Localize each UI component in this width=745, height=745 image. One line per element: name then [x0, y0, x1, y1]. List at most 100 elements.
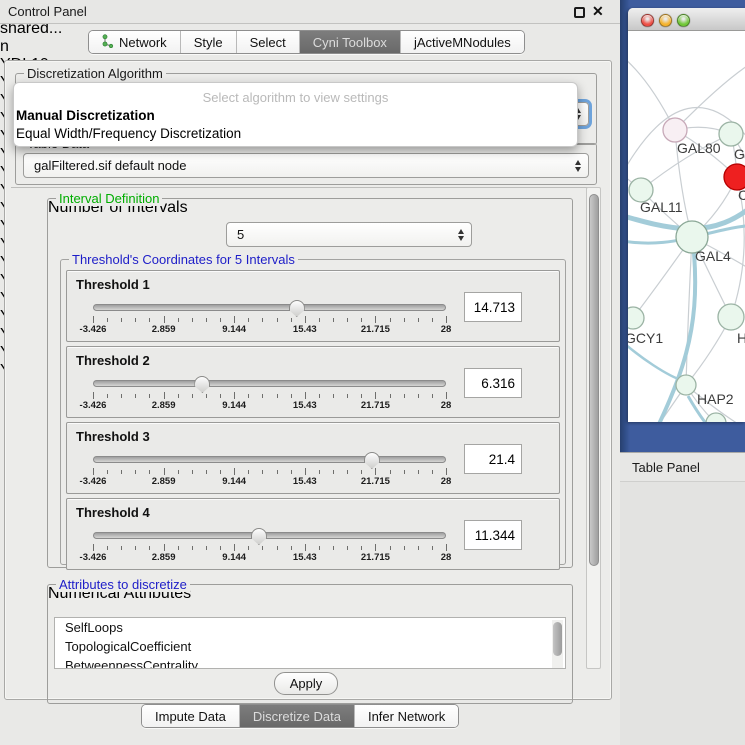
tick-label: 9.144: [222, 476, 246, 487]
threshold-value-field[interactable]: 6.316: [464, 368, 522, 398]
algorithm-option-manual[interactable]: Manual Discretization: [16, 108, 155, 123]
tab-label: Style: [194, 35, 223, 50]
tick-label: -3.426: [80, 552, 107, 563]
float-window-icon[interactable]: [574, 7, 585, 18]
threshold-value-field[interactable]: 14.713: [464, 292, 522, 322]
settings-scrollbar-thumb[interactable]: [589, 194, 599, 566]
tick-label: 2.859: [152, 476, 176, 487]
apply-button[interactable]: Apply: [274, 672, 338, 695]
control-panel-titlebar: Control Panel ✕: [0, 0, 620, 24]
tab-label: Network: [119, 35, 167, 50]
threshold-slider[interactable]: [93, 304, 446, 312]
panel-title: Control Panel: [8, 4, 87, 19]
algorithm-option-equal-width[interactable]: Equal Width/Frequency Discretization: [16, 126, 241, 141]
interval-definition-group: Interval Definition Number of Intervals …: [47, 198, 573, 568]
threshold-label: Threshold 4: [76, 505, 150, 520]
tick-label: 9.144: [222, 400, 246, 411]
network-node[interactable]: [718, 304, 744, 330]
tick-label: 21.715: [361, 476, 390, 487]
threshold-label: Threshold 1: [76, 277, 150, 292]
attribute-item[interactable]: BetweennessCentrality: [55, 656, 565, 669]
threshold-slider[interactable]: [93, 456, 446, 464]
tab-network[interactable]: Network: [89, 31, 180, 53]
threshold-panel: Threshold 1 -3.4262.8599.14415.4321.7152…: [66, 270, 560, 342]
tab-select[interactable]: Select: [237, 31, 299, 53]
list-scrollbar[interactable]: [552, 620, 563, 668]
settings-scroll-viewport: Interval Definition Number of Intervals …: [11, 187, 599, 669]
slider-thumb-icon[interactable]: [194, 376, 210, 393]
attribute-item[interactable]: TopologicalCoefficient: [55, 637, 565, 656]
node-label: H: [737, 330, 745, 346]
tab-label: Discretize Data: [253, 709, 341, 724]
slider-thumb-icon[interactable]: [251, 528, 267, 545]
threshold-slider[interactable]: [93, 532, 446, 540]
network-edge[interactable]: [686, 237, 692, 385]
network-graph: GAL80GCGAL11GAL4GCY1HHAP2: [628, 31, 745, 422]
bottom-tab-bar: Impute Data Discretize Data Infer Network: [141, 704, 459, 728]
num-intervals-value: 5: [237, 227, 244, 242]
tab-infer-network[interactable]: Infer Network: [355, 705, 458, 727]
tick-label: 21.715: [361, 400, 390, 411]
threshold-label: Threshold 3: [76, 429, 150, 444]
threshold-slider[interactable]: [93, 380, 446, 388]
node-label: HAP2: [697, 391, 734, 407]
tab-style[interactable]: Style: [181, 31, 236, 53]
close-icon[interactable]: ✕: [592, 3, 604, 20]
settings-scrollbar[interactable]: [586, 187, 601, 669]
slider-ticks: [93, 392, 446, 399]
threshold-value-field[interactable]: 11.344: [464, 520, 522, 550]
tab-impute-data[interactable]: Impute Data: [142, 705, 239, 727]
slider-ticks: [93, 468, 446, 475]
network-icon: [102, 34, 114, 51]
group-title-algorithm: Discretization Algorithm: [24, 66, 166, 81]
numerical-attributes-list[interactable]: SelfLoopsTopologicalCoefficientBetweenne…: [54, 617, 566, 669]
slider-track[interactable]: [93, 456, 446, 463]
tab-cyni-toolbox[interactable]: Cyni Toolbox: [300, 31, 400, 53]
slider-track[interactable]: [93, 532, 446, 539]
tick-label: 21.715: [361, 552, 390, 563]
network-node[interactable]: [676, 375, 696, 395]
slider-track[interactable]: [93, 304, 446, 311]
table-data-combobox-value: galFiltered.sif default node: [34, 158, 186, 173]
network-view-window: GAL80GCGAL11GAL4GCY1HHAP2: [628, 8, 745, 422]
slider-thumb-icon[interactable]: [289, 300, 305, 317]
slider-thumb-icon[interactable]: [364, 452, 380, 469]
attribute-item[interactable]: SelfLoops: [55, 618, 565, 637]
slider-tick-labels: -3.4262.8599.14415.4321.71528: [93, 400, 446, 412]
thresholds-list: Threshold 1 -3.4262.8599.14415.4321.7152…: [66, 270, 560, 574]
chevron-updown-icon: [458, 229, 464, 241]
window-close-button[interactable]: [641, 14, 654, 27]
threshold-value-field[interactable]: 21.4: [464, 444, 522, 474]
slider-tick-labels: -3.4262.8599.14415.4321.71528: [93, 552, 446, 564]
slider-track[interactable]: [93, 380, 446, 387]
slider-ticks: [93, 316, 446, 323]
network-node[interactable]: [663, 118, 687, 142]
tab-label: jActiveMNodules: [414, 35, 511, 50]
tick-label: 2.859: [152, 324, 176, 335]
tab-label: Cyni Toolbox: [313, 35, 387, 50]
node-label: C: [738, 187, 745, 203]
tick-label: 2.859: [152, 400, 176, 411]
network-node[interactable]: [719, 122, 743, 146]
node-label: G: [734, 146, 745, 162]
table-panel-titlebar: Table Panel: [620, 452, 745, 482]
table-data-combobox[interactable]: galFiltered.sif default node: [23, 153, 589, 178]
cyni-toolbox-panel: Discretization Algorithm Table Data galF…: [4, 60, 612, 700]
table-panel-title: Table Panel: [632, 460, 700, 475]
tab-jactivemnodules[interactable]: jActiveMNodules: [401, 31, 524, 53]
application-window: Control Panel ✕ Network Style Select Cyni T…: [0, 0, 745, 745]
network-edge[interactable]: [675, 59, 745, 130]
network-edge[interactable]: [628, 53, 675, 130]
network-node[interactable]: [628, 307, 644, 329]
tick-label: -3.426: [80, 476, 107, 487]
node-label: GAL80: [677, 140, 721, 156]
num-intervals-combobox[interactable]: 5: [226, 222, 472, 247]
network-canvas[interactable]: GAL80GCGAL11GAL4GCY1HHAP2: [628, 31, 745, 422]
window-minimize-button[interactable]: [659, 14, 672, 27]
tab-discretize-data[interactable]: Discretize Data: [240, 705, 354, 727]
tick-label: 21.715: [361, 324, 390, 335]
list-scrollbar-thumb[interactable]: [553, 622, 562, 656]
group-title-attributes: Attributes to discretize: [56, 577, 190, 592]
window-zoom-button[interactable]: [677, 14, 690, 27]
slider-ticks: [93, 544, 446, 551]
